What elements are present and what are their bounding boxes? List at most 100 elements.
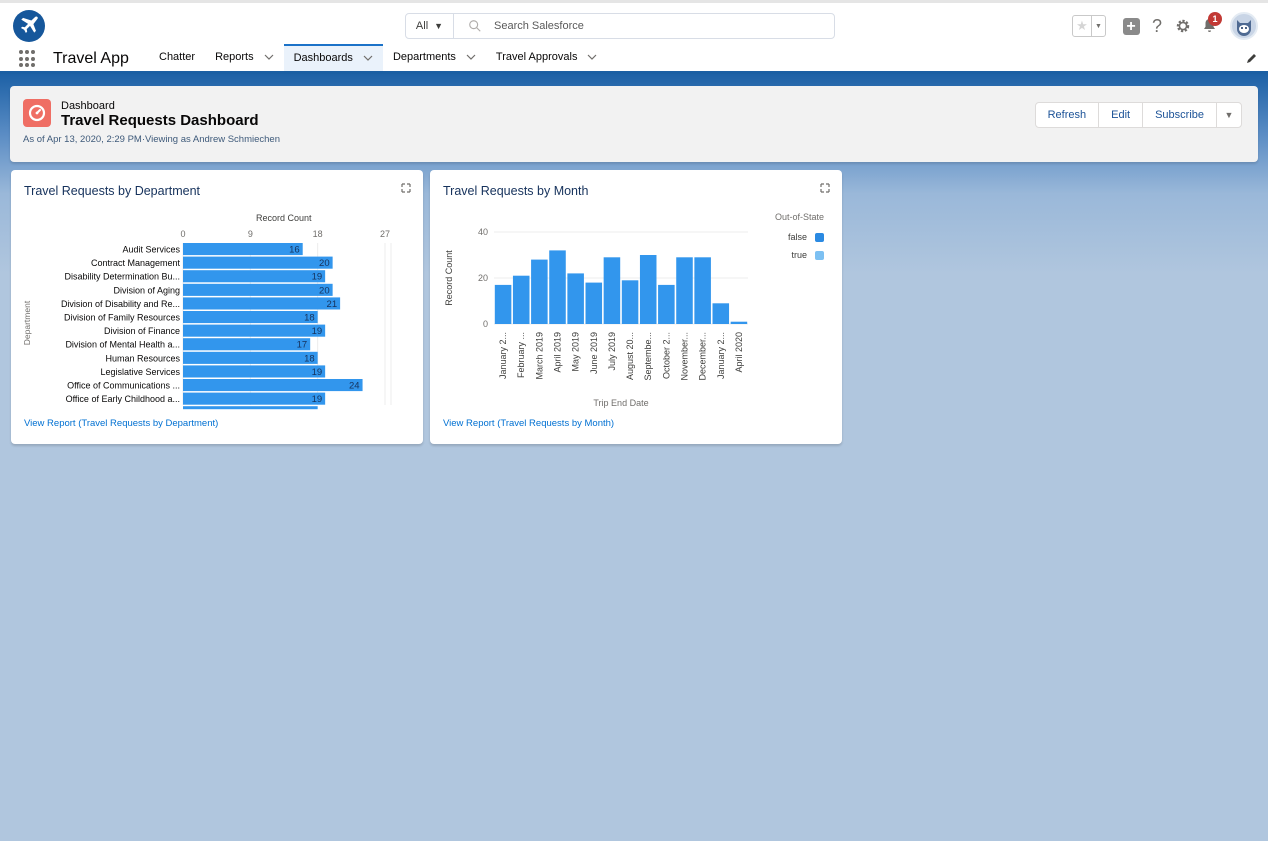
legend-item-false[interactable]: false	[788, 232, 824, 242]
chevron-down-icon[interactable]	[363, 53, 373, 63]
x-tick-label: November...	[680, 332, 690, 381]
nav-item-reports[interactable]: Reports	[205, 44, 284, 71]
bar	[658, 284, 675, 324]
bar	[494, 284, 512, 324]
gear-icon	[1176, 19, 1190, 33]
x-tick-label: 18	[313, 229, 323, 239]
bar	[676, 257, 693, 324]
category-label: Division of Mental Health a...	[65, 340, 180, 350]
bar	[183, 406, 318, 410]
user-avatar[interactable]	[1230, 12, 1258, 40]
legend-item-true[interactable]: true	[791, 250, 824, 260]
more-actions-button[interactable]: ▼	[1217, 103, 1241, 127]
x-tick-label: October 2...	[661, 332, 671, 379]
x-tick-label: February ...	[516, 332, 526, 378]
search-field	[454, 14, 834, 38]
search-input[interactable]	[494, 20, 794, 32]
data-label: 18	[304, 313, 315, 324]
category-label: Office of Early Childhood a...	[66, 394, 180, 404]
bar	[183, 324, 326, 337]
astro-avatar-icon	[1237, 20, 1251, 36]
plus-icon: +	[1122, 17, 1140, 35]
notification-badge: 1	[1208, 12, 1222, 26]
refresh-button[interactable]: Refresh	[1035, 103, 1100, 127]
bar	[531, 259, 548, 324]
nav-item-label: Chatter	[159, 50, 196, 63]
view-report-link[interactable]: View Report (Travel Requests by Month)	[443, 418, 614, 429]
x-tick-label: Septembe...	[643, 332, 653, 381]
bar	[183, 365, 326, 378]
x-tick-label: March 2019	[534, 332, 544, 380]
nav-item-departments[interactable]: Departments	[383, 44, 486, 71]
chevron-down-icon[interactable]	[587, 52, 597, 62]
nav-item-label: Dashboards	[293, 51, 353, 64]
favorites-group: ★ ▼	[1072, 15, 1106, 37]
category-label: Human Resources	[105, 353, 180, 363]
expand-icon[interactable]	[820, 183, 830, 193]
category-label: Office of Communications ...	[67, 381, 180, 391]
bar	[183, 392, 326, 405]
data-label: 19	[312, 394, 323, 405]
nav-item-dashboards[interactable]: Dashboards	[283, 44, 383, 71]
category-label: Division of Disability and Re...	[61, 299, 180, 309]
favorites-dropdown-icon[interactable]: ▼	[1091, 16, 1105, 36]
bar	[639, 255, 657, 324]
category-label: Disability Determination Bu...	[64, 272, 180, 282]
x-tick-label: 0	[180, 229, 185, 239]
category-label: Contract Management	[91, 258, 181, 268]
data-label: 19	[312, 367, 323, 378]
bar	[567, 273, 584, 324]
app-logo[interactable]	[13, 10, 45, 42]
notifications-button[interactable]: 1	[1196, 12, 1222, 39]
widget-title: Travel Requests by Department	[24, 184, 201, 198]
data-label: 19	[312, 272, 323, 283]
search-scope-select[interactable]: All ▼	[406, 14, 454, 38]
search-scope-label: All	[415, 20, 429, 32]
bar	[730, 321, 748, 324]
category-label: Division of Family Resources	[64, 313, 181, 323]
x-tick-label: January 2...	[498, 332, 508, 379]
month-bar-chart: 0 20 40 January 2... February ... March 2019 A…	[444, 227, 748, 408]
subscribe-button[interactable]: Subscribe	[1143, 103, 1217, 127]
x-tick-label: April 2020	[734, 332, 744, 373]
bar	[549, 250, 566, 324]
nav-item-travel-approvals[interactable]: Travel Approvals	[486, 44, 608, 71]
bar	[603, 257, 621, 324]
caret-down-icon: ▼	[1224, 110, 1234, 120]
expand-icon[interactable]	[401, 183, 411, 193]
global-add-button[interactable]: +	[1118, 13, 1144, 39]
chevron-down-icon[interactable]	[264, 52, 274, 62]
x-tick-label: 9	[248, 229, 253, 239]
nav-item-chatter[interactable]: Chatter	[149, 44, 205, 71]
favorite-star-icon[interactable]: ★	[1073, 16, 1091, 36]
app-launcher-icon[interactable]	[19, 50, 37, 68]
view-report-link[interactable]: View Report (Travel Requests by Departme…	[24, 418, 218, 429]
y-tick-label: 40	[478, 227, 488, 237]
header-button-group: Refresh Edit Subscribe ▼	[1034, 102, 1242, 128]
data-label: 20	[319, 285, 330, 296]
bar	[183, 256, 333, 269]
dashboard-icon	[23, 99, 51, 127]
page-title: Travel Requests Dashboard	[61, 112, 259, 129]
setup-button[interactable]	[1170, 13, 1196, 39]
category-label: Audit Services	[122, 245, 180, 255]
help-button[interactable]: ?	[1144, 13, 1170, 39]
widget-title: Travel Requests by Month	[443, 184, 589, 198]
category-label: Division of Finance	[104, 326, 180, 336]
edit-nav-pencil-icon[interactable]	[1246, 52, 1258, 64]
legend-label: false	[787, 232, 807, 242]
dashboard-meta: As of Apr 13, 2020, 2:29 PM·Viewing as A…	[23, 134, 281, 145]
bar	[183, 338, 311, 351]
data-label: 20	[319, 258, 330, 269]
bar	[512, 275, 530, 324]
legend-title: Out-of-State	[774, 212, 824, 222]
legend-swatch	[815, 250, 824, 260]
bar	[183, 270, 326, 283]
global-search: All ▼	[405, 13, 835, 39]
data-label: 24	[349, 381, 360, 392]
x-tick-label: May 2019	[571, 332, 581, 372]
chevron-down-icon[interactable]	[466, 52, 476, 62]
edit-button[interactable]: Edit	[1099, 103, 1144, 127]
bar	[183, 297, 341, 310]
bar	[183, 243, 303, 256]
